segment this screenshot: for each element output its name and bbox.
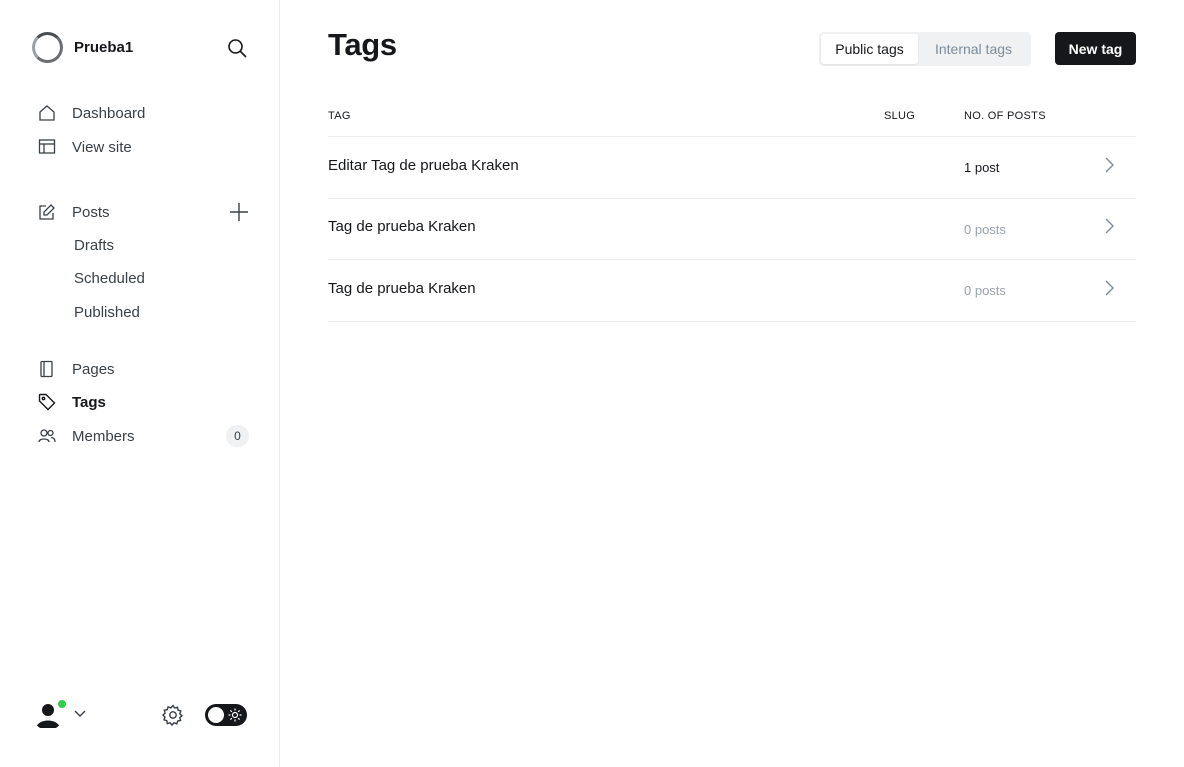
site-logo [32, 32, 63, 63]
nav-members-label: Members [72, 427, 135, 445]
page-icon [38, 360, 56, 378]
sidebar: Prueba1 Dashboard View site Posts Drafts… [0, 0, 280, 767]
tag-post-count: 1 post [964, 160, 1000, 175]
online-status-dot [57, 699, 67, 709]
members-icon [38, 427, 56, 445]
column-header-posts: NO. OF POSTS [964, 110, 1046, 122]
nav-scheduled[interactable]: Scheduled [74, 268, 145, 290]
tag-type-switch: Public tags Internal tags [819, 32, 1031, 66]
tab-internal-tags[interactable]: Internal tags [918, 34, 1029, 64]
nav-members[interactable]: Members [38, 425, 135, 447]
table-row[interactable]: Tag de prueba Kraken 0 posts [328, 260, 1136, 322]
theme-toggle[interactable] [205, 704, 247, 726]
home-icon [38, 104, 56, 122]
new-tag-button[interactable]: New tag [1055, 32, 1136, 65]
tag-icon [38, 393, 56, 411]
chevron-down-icon[interactable] [72, 706, 88, 722]
theme-toggle-knob [208, 707, 224, 723]
nav-view-site-label: View site [72, 138, 132, 156]
tag-name: Editar Tag de prueba Kraken [328, 157, 519, 174]
column-header-slug: SLUG [884, 110, 916, 122]
nav-pages-label: Pages [72, 360, 115, 378]
tab-public-tags[interactable]: Public tags [821, 34, 918, 64]
nav-tags[interactable]: Tags [38, 391, 106, 413]
nav-dashboard-label: Dashboard [72, 104, 146, 122]
chevron-right-icon [1105, 157, 1114, 173]
gear-icon[interactable] [161, 703, 185, 727]
layout-icon [38, 138, 56, 156]
tag-name: Tag de prueba Kraken [328, 280, 476, 297]
chevron-right-icon [1105, 280, 1114, 296]
tag-post-count: 0 posts [964, 283, 1006, 298]
search-icon[interactable] [226, 37, 248, 59]
nav-published[interactable]: Published [74, 302, 140, 324]
column-header-tag: TAG [328, 110, 351, 122]
chevron-right-icon [1105, 218, 1114, 234]
nav-posts[interactable]: Posts [38, 201, 110, 223]
sun-icon [228, 708, 242, 722]
plus-icon[interactable] [229, 202, 249, 222]
site-brand[interactable]: Prueba1 [32, 32, 133, 63]
nav-tags-label: Tags [72, 393, 106, 411]
tag-post-count: 0 posts [964, 222, 1006, 237]
site-name: Prueba1 [74, 39, 134, 56]
nav-view-site[interactable]: View site [38, 136, 132, 158]
nav-posts-label: Posts [72, 203, 110, 221]
edit-icon [38, 203, 56, 221]
nav-dashboard[interactable]: Dashboard [38, 102, 145, 124]
nav-drafts[interactable]: Drafts [74, 235, 114, 257]
table-row[interactable]: Tag de prueba Kraken 0 posts [328, 198, 1136, 260]
members-count-badge: 0 [226, 425, 249, 447]
table-row[interactable]: Editar Tag de prueba Kraken 1 post [328, 137, 1136, 199]
page-title: Tags [328, 27, 397, 62]
nav-pages[interactable]: Pages [38, 358, 115, 380]
tag-name: Tag de prueba Kraken [328, 218, 476, 235]
